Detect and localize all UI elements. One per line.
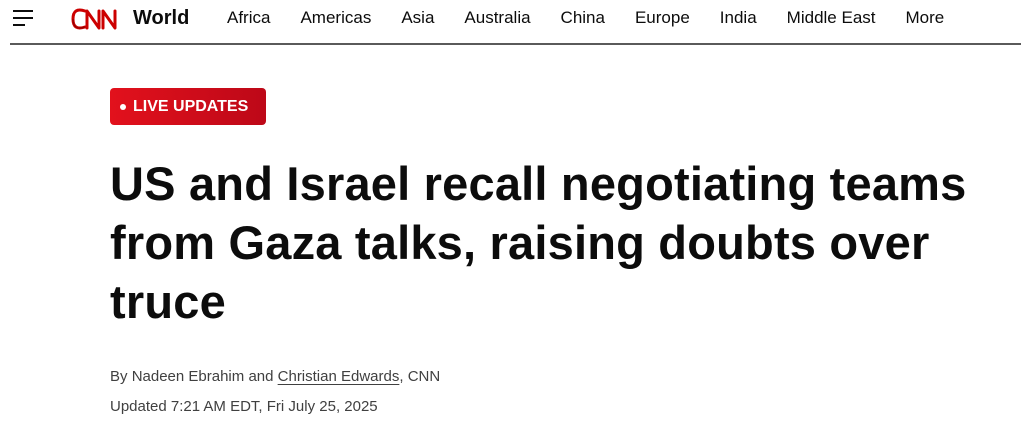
nav-item-china[interactable]: China — [561, 8, 605, 28]
byline: By Nadeen Ebrahim and Christian Edwards,… — [110, 368, 440, 385]
nav-item-europe[interactable]: Europe — [635, 8, 690, 28]
live-dot-icon — [120, 103, 126, 110]
hamburger-menu-icon[interactable] — [11, 7, 37, 29]
byline-joiner: and — [248, 368, 274, 385]
site-header: World Africa Americas Asia Australia Chi… — [0, 0, 1021, 45]
nav-item-asia[interactable]: Asia — [401, 8, 434, 28]
nav-item-more[interactable]: More — [906, 8, 945, 28]
article-headline: US and Israel recall negotiating teams f… — [110, 157, 967, 328]
byline-outlet: , CNN — [399, 368, 441, 385]
nav-item-africa[interactable]: Africa — [227, 8, 270, 28]
live-updates-badge[interactable]: LIVE UPDATES — [110, 88, 266, 125]
cnn-logo[interactable] — [70, 4, 130, 34]
header-divider — [10, 43, 1021, 45]
byline-author-1: Nadeen Ebrahim — [131, 368, 245, 385]
byline-author-2-link[interactable]: Christian Edwards — [278, 368, 400, 385]
live-updates-label: LIVE UPDATES — [133, 97, 249, 115]
byline-prefix: By — [110, 368, 128, 385]
main-nav: Africa Americas Asia Australia China Eur… — [227, 8, 974, 28]
nav-item-india[interactable]: India — [720, 8, 757, 28]
nav-item-middle-east[interactable]: Middle East — [787, 8, 876, 28]
nav-item-australia[interactable]: Australia — [464, 8, 530, 28]
nav-item-americas[interactable]: Americas — [300, 8, 371, 28]
updated-timestamp: Updated 7:21 AM EDT, Fri July 25, 2025 — [110, 398, 378, 415]
section-title[interactable]: World — [133, 7, 189, 30]
